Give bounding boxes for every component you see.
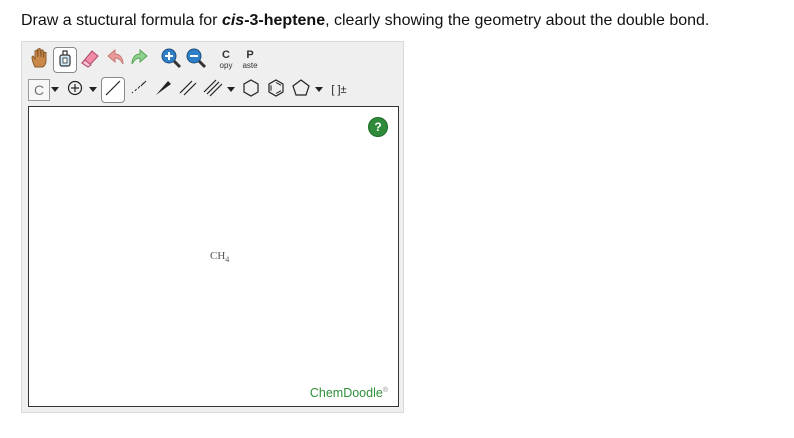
cyclohexane-button[interactable]: [239, 77, 263, 103]
compound-name: cis-3-heptene: [222, 12, 325, 29]
lasso-icon: [55, 47, 75, 74]
cyclopentane-icon: [291, 78, 311, 103]
hand-icon: [30, 47, 50, 74]
copy-button[interactable]: C opy: [215, 47, 237, 73]
undo-button[interactable]: [103, 47, 127, 73]
zoom-out-icon: [185, 47, 207, 74]
benzene-icon: [266, 78, 286, 103]
single-bond-icon: [103, 78, 123, 103]
molecule-main: CH: [210, 250, 226, 262]
chevron-down-icon: [227, 87, 235, 93]
chevron-down-icon: [315, 87, 323, 93]
cyclohexane-icon: [241, 78, 261, 103]
cyclopentane-button[interactable]: [289, 77, 313, 103]
lasso-tool-button[interactable]: [53, 47, 77, 73]
element-dropdown[interactable]: [50, 77, 60, 103]
help-button[interactable]: ?: [368, 117, 388, 137]
molecule-label[interactable]: CH4: [210, 250, 229, 264]
charge-bracket-label: [ ]±: [331, 84, 347, 96]
chemdoodle-sketcher: C opy P aste C []± ? CH4 ChemDoodle®: [21, 41, 404, 413]
triple-bond-icon: [203, 78, 223, 103]
benzene-button[interactable]: [264, 77, 288, 103]
toolbar-top: C opy P aste: [28, 45, 263, 75]
wedge-bond-button[interactable]: [151, 77, 175, 103]
charge-dropdown[interactable]: [88, 77, 98, 103]
ring-dropdown[interactable]: [314, 77, 324, 103]
dashed-bond-icon: [128, 78, 148, 103]
undo-icon: [104, 47, 126, 74]
double-bond-button[interactable]: [176, 77, 200, 103]
zoom-in-icon: [160, 47, 182, 74]
double-bond-icon: [178, 78, 198, 103]
compound-isomer: cis: [221, 12, 245, 29]
bond-dropdown[interactable]: [226, 77, 236, 103]
paste-button[interactable]: P aste: [239, 47, 261, 73]
paste-label-small: aste: [242, 61, 258, 70]
toolbar-bottom: C []±: [28, 76, 352, 104]
hand-tool-button[interactable]: [28, 47, 52, 73]
zoom-out-button[interactable]: [184, 47, 208, 73]
redo-button[interactable]: [128, 47, 152, 73]
brand-mark: ®: [382, 386, 388, 394]
prompt-suffix: , clearly showing the geometry about the…: [325, 12, 710, 29]
brand-name: ChemDoodle: [309, 386, 383, 400]
copy-label-small: opy: [219, 61, 233, 70]
prompt-prefix: Draw a stuctural formula for: [21, 12, 222, 29]
charge-button[interactable]: [63, 77, 87, 103]
wedge-bond-icon: [153, 78, 173, 103]
dashed-bond-button[interactable]: [126, 77, 150, 103]
question-prompt: Draw a stuctural formula for cis-3-hepte…: [21, 12, 709, 30]
eraser-icon: [79, 47, 101, 74]
redo-icon: [129, 47, 151, 74]
chevron-down-icon: [51, 87, 59, 93]
single-bond-button[interactable]: [101, 77, 125, 103]
copy-label-big: C: [222, 49, 230, 61]
triple-bond-button[interactable]: [201, 77, 225, 103]
compound-base: -3-heptene: [244, 12, 326, 29]
charge-bracket-button[interactable]: [ ]±: [327, 77, 351, 103]
molecule-subscript: 4: [225, 255, 230, 265]
drawing-canvas[interactable]: ? CH4 ChemDoodle®: [28, 106, 399, 407]
paste-label-big: P: [246, 49, 254, 61]
chemdoodle-logo[interactable]: ChemDoodle®: [310, 386, 388, 400]
element-selector[interactable]: C: [28, 79, 50, 101]
eraser-button[interactable]: [78, 47, 102, 73]
atom-charge-icon: [66, 79, 84, 102]
zoom-in-button[interactable]: [159, 47, 183, 73]
chevron-down-icon: [89, 87, 97, 93]
